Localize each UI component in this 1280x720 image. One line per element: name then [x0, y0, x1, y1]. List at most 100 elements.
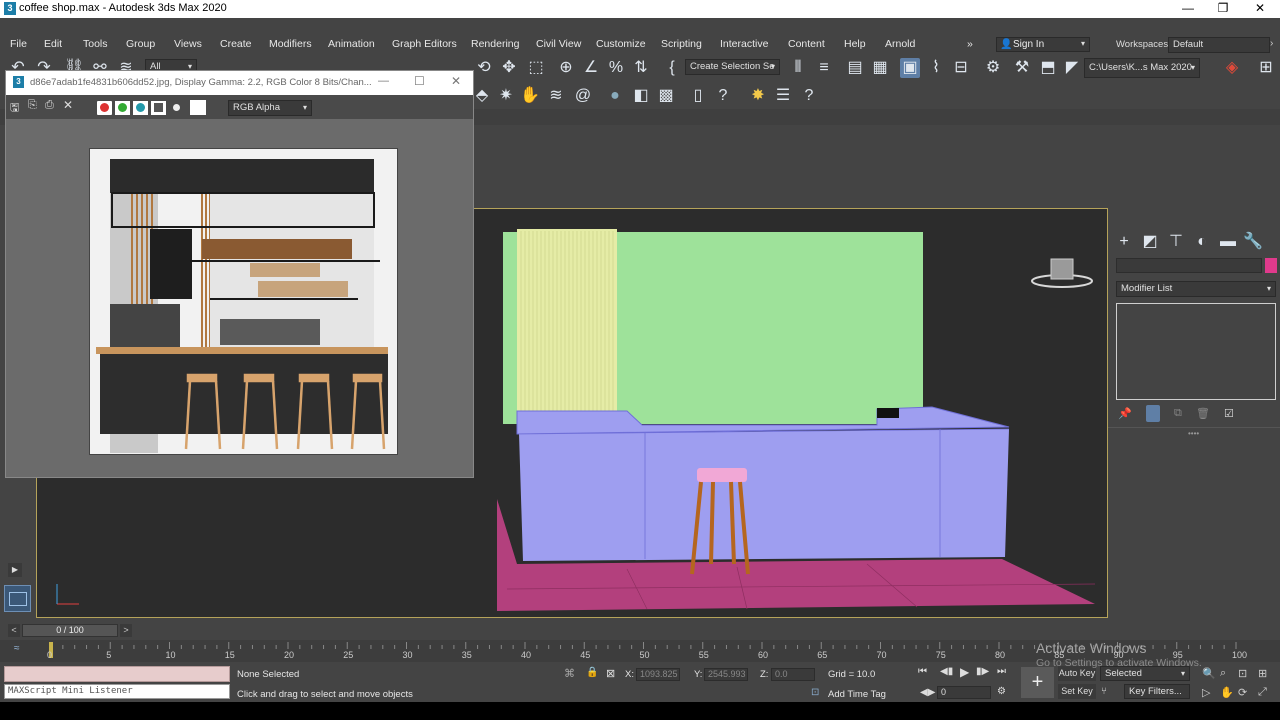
- orbit-icon[interactable]: ⟳: [1238, 686, 1247, 699]
- isolate-icon[interactable]: ⌘: [564, 667, 575, 680]
- named-selection-dropdown[interactable]: Create Selection Se ▾: [685, 59, 780, 75]
- next-frame-icon[interactable]: ▮▶: [976, 666, 989, 677]
- menu-interactive[interactable]: Interactive: [720, 38, 768, 50]
- make-unique-icon[interactable]: ⧉: [1174, 407, 1182, 420]
- pin-stack-icon[interactable]: 📌: [1118, 407, 1132, 420]
- object-icon[interactable]: ◈: [1222, 58, 1242, 78]
- sign-in-dropdown[interactable]: 👤 Sign In ▾: [996, 37, 1090, 52]
- workspaces-dropdown[interactable]: Default: [1168, 37, 1270, 53]
- display-tab-icon[interactable]: ▬: [1218, 232, 1238, 252]
- menu-graph-editors[interactable]: Graph Editors: [392, 38, 457, 50]
- modifier-list-dropdown[interactable]: Modifier List ▾: [1116, 281, 1276, 297]
- object-color-swatch[interactable]: [1265, 258, 1277, 273]
- time-tag-icon[interactable]: ⊡: [811, 687, 819, 698]
- menu-tools[interactable]: Tools: [83, 38, 108, 50]
- menu-modifiers[interactable]: Modifiers: [269, 38, 312, 50]
- frame-minimize-button[interactable]: —: [378, 75, 389, 87]
- menu-create[interactable]: Create: [220, 38, 252, 50]
- schematic-view-icon[interactable]: ⊟: [951, 58, 971, 78]
- time-next-icon[interactable]: >: [120, 624, 132, 637]
- previous-frame-icon[interactable]: ◀▮: [940, 666, 953, 677]
- zoom-extents-all-icon[interactable]: ⊞: [1258, 667, 1267, 680]
- swirl-icon[interactable]: @: [573, 86, 593, 106]
- zoom-extents-icon[interactable]: ⊡: [1238, 667, 1247, 680]
- expand-arrow-icon[interactable]: ▶: [8, 563, 22, 577]
- field-of-view-icon[interactable]: ▷: [1202, 686, 1210, 699]
- frame-close-button[interactable]: ✕: [451, 74, 461, 88]
- toolbar-more-icon[interactable]: ⊞: [1256, 58, 1276, 78]
- move-icon[interactable]: ✥: [499, 58, 519, 78]
- color-swatch[interactable]: [190, 100, 206, 115]
- scene-explorer-icon[interactable]: ▣: [900, 58, 920, 78]
- curve-editor-icon[interactable]: ⌇: [926, 58, 946, 78]
- go-to-start-icon[interactable]: ⏮: [918, 666, 927, 677]
- teapot-icon[interactable]: ⬘: [472, 86, 492, 106]
- layer-explorer-icon[interactable]: ▤: [845, 58, 865, 78]
- cube-icon[interactable]: ◧: [631, 86, 651, 106]
- mirror-icon[interactable]: ⫴: [788, 58, 808, 78]
- menu-help[interactable]: Help: [844, 38, 866, 50]
- pan-icon[interactable]: ✋: [1220, 686, 1234, 699]
- menu-group[interactable]: Group: [126, 38, 155, 50]
- menu-arnold[interactable]: Arnold: [885, 38, 915, 50]
- modifier-stack[interactable]: [1116, 303, 1276, 400]
- maxscript-listener[interactable]: MAXScript Mini Listener: [4, 684, 230, 699]
- copy-icon[interactable]: ⎘: [28, 99, 37, 112]
- light-icon[interactable]: ✸: [748, 86, 768, 106]
- set-keys-button[interactable]: +: [1021, 667, 1054, 698]
- material-editor-icon[interactable]: ⚙: [983, 58, 1003, 78]
- absolute-mode-icon[interactable]: ⊠: [606, 667, 615, 680]
- menu-overflow-icon[interactable]: »: [967, 38, 973, 50]
- hierarchy-tab-icon[interactable]: ⊤: [1166, 232, 1186, 252]
- add-time-tag[interactable]: Add Time Tag: [828, 689, 886, 700]
- z-coordinate-field[interactable]: 0.0: [771, 668, 815, 681]
- go-to-end-icon[interactable]: ⏭: [997, 666, 1006, 677]
- hand-icon[interactable]: ✋: [520, 86, 540, 106]
- viewport-layout-button[interactable]: [4, 585, 31, 612]
- configure-sets-icon[interactable]: ☑: [1224, 407, 1234, 420]
- channel-dropdown[interactable]: RGB Alpha ▾: [228, 100, 312, 116]
- key-mode-icon[interactable]: ◀▶: [920, 687, 935, 698]
- key-filters-button[interactable]: Key Filters...: [1124, 684, 1190, 699]
- ribbon-icon[interactable]: ▦: [870, 58, 890, 78]
- close-button[interactable]: ✕: [1250, 1, 1270, 17]
- red-channel-button[interactable]: [97, 101, 112, 115]
- create-tab-icon[interactable]: +: [1114, 232, 1134, 252]
- remove-modifier-icon[interactable]: 🗑: [1196, 407, 1210, 420]
- time-config-icon[interactable]: ⚙: [997, 686, 1006, 697]
- frame-maximize-button[interactable]: ☐: [414, 74, 425, 88]
- project-folder-dropdown[interactable]: C:\Users\K...s Max 2020 ▾: [1084, 58, 1200, 78]
- align-icon[interactable]: ≡: [814, 58, 834, 78]
- scale-icon[interactable]: ⬚: [526, 58, 546, 78]
- zoom-icon[interactable]: 🔍: [1202, 667, 1216, 680]
- render-region-icon[interactable]: ▩: [656, 86, 676, 106]
- menu-scripting[interactable]: Scripting: [661, 38, 702, 50]
- play-icon[interactable]: ▶: [960, 665, 969, 679]
- percent-snap-icon[interactable]: %: [606, 58, 626, 78]
- x-coordinate-field[interactable]: 1093.825: [636, 668, 680, 681]
- modify-tab-icon[interactable]: ◩: [1140, 232, 1160, 252]
- render-setup-icon[interactable]: ⚒: [1012, 58, 1032, 78]
- menu-rendering[interactable]: Rendering: [471, 38, 519, 50]
- alpha-channel-button[interactable]: [151, 101, 166, 115]
- maxscript-output[interactable]: [4, 666, 230, 682]
- menu-file[interactable]: File: [10, 38, 27, 50]
- rotate-icon[interactable]: ⟲: [474, 58, 494, 78]
- menu-views[interactable]: Views: [174, 38, 202, 50]
- overflow-arrow-icon[interactable]: ›: [1270, 38, 1273, 49]
- rendered-frame-window-icon[interactable]: ⬒: [1038, 58, 1058, 78]
- current-frame-field[interactable]: 0: [937, 686, 991, 699]
- menu-civil-view[interactable]: Civil View: [536, 38, 581, 50]
- print-icon[interactable]: ⎙: [45, 99, 54, 112]
- hair-icon[interactable]: ≋: [546, 86, 566, 106]
- menu-edit[interactable]: Edit: [44, 38, 62, 50]
- sphere-icon[interactable]: ●: [605, 86, 625, 106]
- y-coordinate-field[interactable]: 2545.993: [704, 668, 748, 681]
- file-icon[interactable]: ▯: [688, 86, 708, 106]
- motion-tab-icon[interactable]: ◐: [1192, 232, 1212, 252]
- log-icon[interactable]: ☰: [773, 86, 793, 106]
- object-name-field[interactable]: [1116, 258, 1262, 273]
- menu-content[interactable]: Content: [788, 38, 825, 50]
- blue-channel-button[interactable]: [133, 101, 148, 115]
- maximize-viewport-icon[interactable]: ⤢: [1258, 686, 1267, 699]
